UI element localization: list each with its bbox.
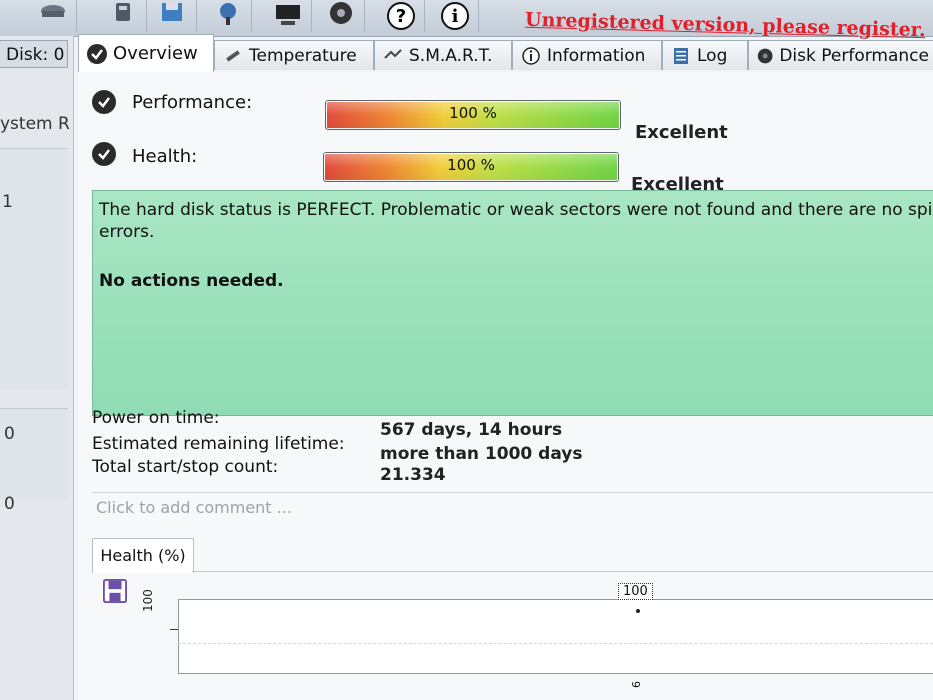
system-label: ystem R [0, 114, 70, 134]
grid-line [178, 643, 933, 644]
status-message: The hard disk status is PERFECT. Problem… [99, 200, 933, 242]
chart-tab-divider [192, 571, 933, 572]
check-icon [92, 90, 116, 114]
lifetime-label: Estimated remaining lifetime: [92, 434, 345, 454]
overview-panel: Performance: 100 % Excellent Health: 100… [78, 72, 933, 700]
svg-text:i: i [452, 6, 459, 27]
help-icon[interactable]: ? [378, 0, 425, 32]
disk-item-value: 0 [4, 424, 15, 444]
health-chart [178, 599, 933, 674]
info-icon[interactable]: i [432, 0, 479, 32]
save-chart-button[interactable] [100, 578, 130, 604]
disk-icon[interactable] [100, 0, 147, 32]
x-tick-label: 6 [630, 681, 643, 688]
check-icon [92, 142, 116, 166]
performance-bar: 100 % [325, 100, 621, 130]
tab-label: Information [547, 45, 646, 66]
comment-field[interactable]: Click to add comment ... [92, 492, 933, 522]
info-icon [522, 46, 540, 65]
disk-item[interactable] [0, 148, 68, 389]
power-on-value: 567 days, 14 hours [380, 420, 563, 440]
performance-rating: Excellent [635, 122, 728, 143]
y-tick-mark [170, 629, 178, 630]
tab-label: Log [697, 45, 728, 66]
svg-text:?: ? [396, 6, 406, 27]
toolbar: ? i Unregistered version, please registe… [0, 0, 933, 41]
tab-label: Temperature [249, 45, 357, 66]
tab-overview[interactable]: Overview [78, 34, 214, 72]
health-label: Health: [132, 146, 198, 167]
tab-label: S.M.A.R.T. [409, 45, 493, 66]
performance-value: 100 % [449, 104, 497, 122]
disk-item-value: 0 [4, 494, 15, 514]
disk-list-panel: Disk: 0 ystem R 1 0 0 [0, 36, 74, 700]
startstop-value: 21.334 [380, 465, 446, 485]
disk-item[interactable] [0, 408, 68, 499]
tab-temperature[interactable]: Temperature [214, 40, 374, 70]
lifetime-value: more than 1000 days [380, 444, 583, 464]
disc-icon[interactable] [318, 0, 365, 32]
computer-icon[interactable] [265, 0, 312, 32]
network-icon[interactable] [205, 0, 252, 32]
disk-item-value: 1 [2, 192, 13, 212]
data-label: 100 [618, 583, 653, 601]
power-on-label: Power on time: [92, 408, 220, 428]
log-icon [674, 47, 688, 64]
check-icon [87, 43, 107, 64]
tab-smart[interactable]: S.M.A.R.T. [374, 40, 512, 70]
startstop-label: Total start/stop count: [92, 457, 279, 477]
tab-label: Overview [113, 43, 198, 64]
y-tick-label: 100 [141, 589, 155, 612]
status-action: No actions needed. [99, 271, 284, 291]
settings-icon[interactable] [30, 0, 77, 32]
tab-log[interactable]: Log [662, 40, 748, 70]
status-box: The hard disk status is PERFECT. Problem… [92, 190, 933, 416]
save-icon [103, 579, 127, 603]
disk-selector[interactable]: Disk: 0 [0, 40, 68, 68]
tab-label: Disk Performance [779, 45, 929, 66]
health-value: 100 % [447, 156, 495, 174]
smart-icon [384, 48, 402, 59]
disk-performance-icon [757, 48, 773, 63]
tab-information[interactable]: Information [512, 40, 662, 70]
health-bar: 100 % [323, 152, 619, 182]
tab-bar: Overview Temperature S.M.A.R.T. Informat… [78, 34, 933, 72]
tab-disk-performance[interactable]: Disk Performance [748, 40, 933, 70]
tab-health-chart[interactable]: Health (%) [92, 538, 194, 573]
save-icon[interactable] [150, 0, 197, 32]
performance-label: Performance: [132, 92, 253, 113]
thermometer-icon [226, 49, 240, 62]
